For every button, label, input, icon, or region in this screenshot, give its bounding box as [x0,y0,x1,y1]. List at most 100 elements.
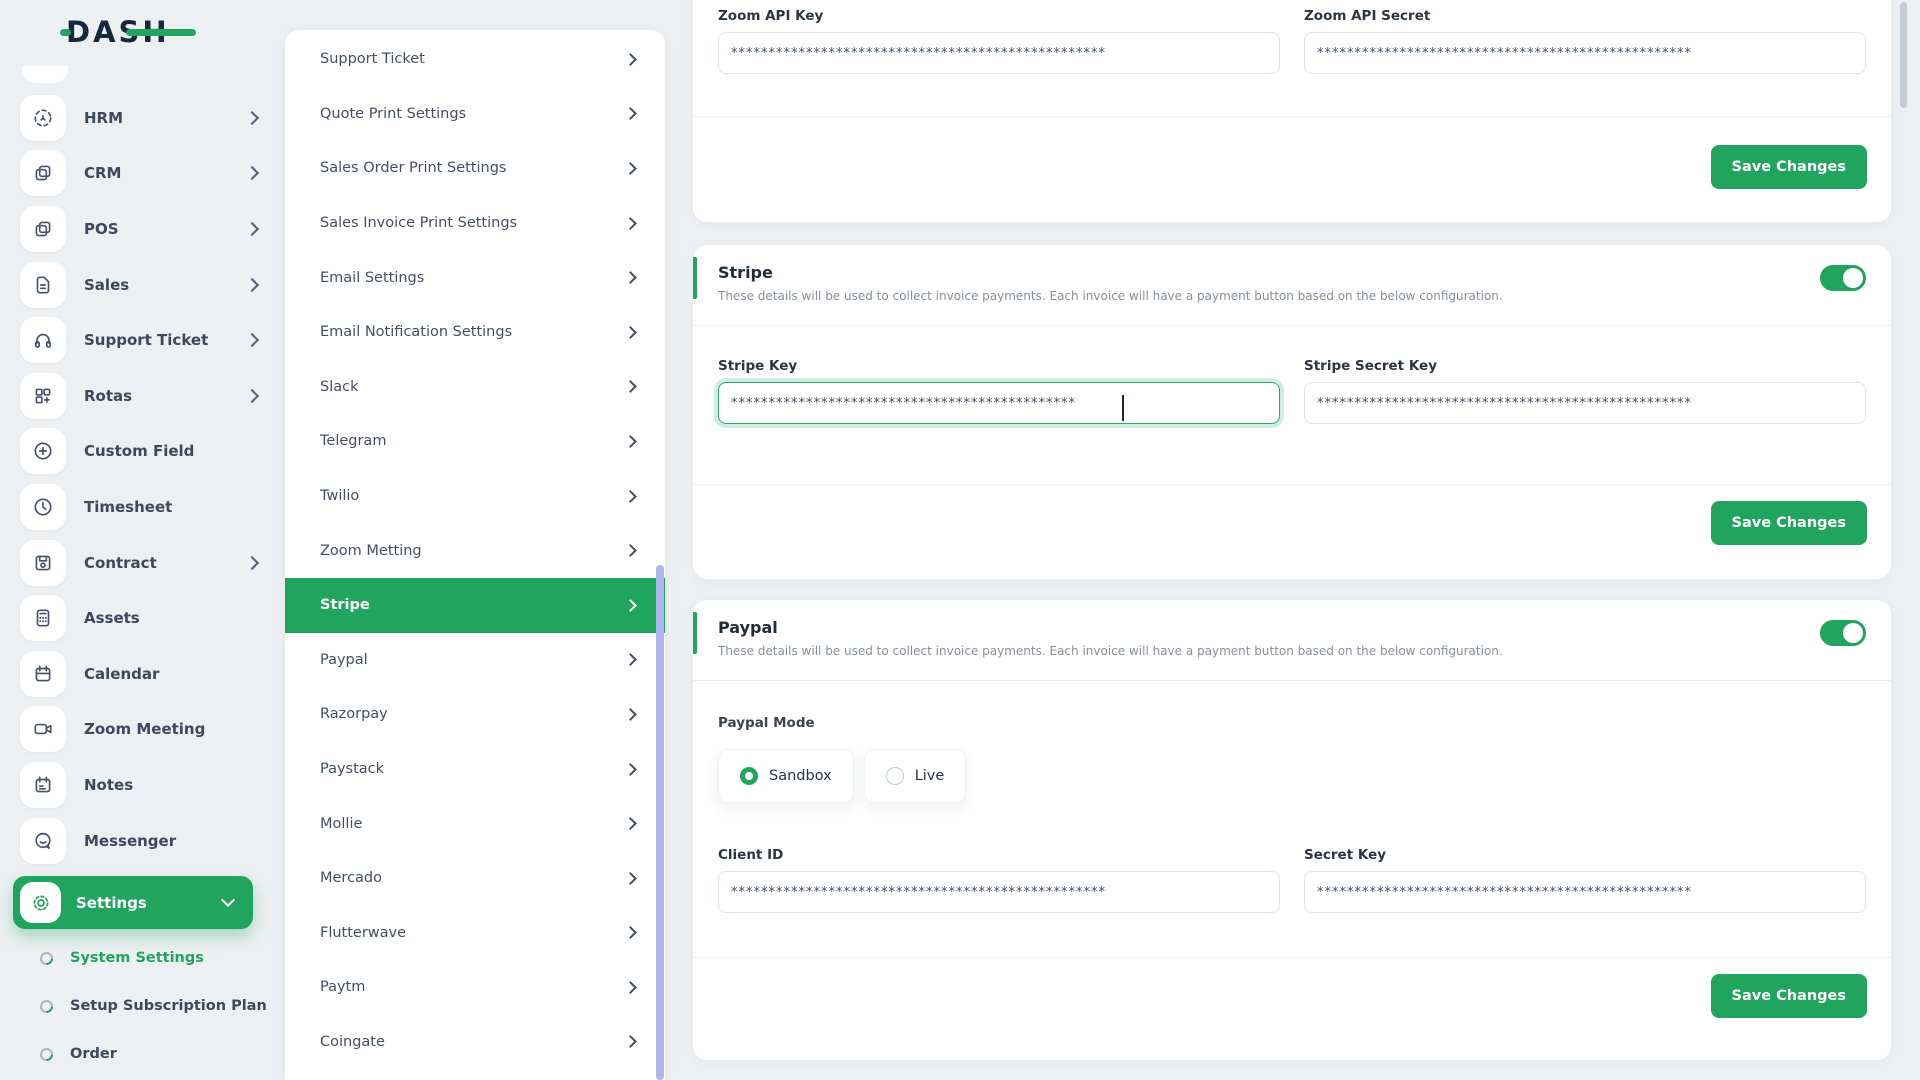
menu-scrollbar[interactable] [656,565,664,1080]
chevron-down-icon [220,892,236,908]
sidebar-item-calendar[interactable]: Calendar [0,646,285,702]
sidebar-item-assets[interactable]: Assets [0,590,285,646]
client-id-field: Client ID [718,847,1280,913]
secret-key-field: Secret Key [1304,847,1866,913]
sidebar-item-contract[interactable]: Contract [0,535,285,591]
sidebar-item-zoom-meeting[interactable]: Zoom Meeting [0,702,285,758]
divider [693,116,1891,117]
field-label: Zoom API Secret [1304,8,1431,24]
zoom-api-key-input[interactable] [718,32,1280,74]
scrolled-menu-tile [22,66,68,83]
sidebar-item-messenger[interactable]: Messenger [0,813,285,869]
sidebar-item-label: CRM [84,164,122,183]
menu-item-label: Twilio [320,488,360,505]
page-scrollbar[interactable] [1900,2,1907,108]
save-changes-button[interactable]: Save Changes [1710,145,1867,189]
settings-menu-item-support-ticket[interactable]: Support Ticket [285,32,665,87]
grid-plus-icon [20,372,66,419]
settings-menu-item-email-notification-settings[interactable]: Email Notification Settings [285,305,665,360]
radio-selected-icon[interactable] [740,767,758,785]
subnav-item-system-settings[interactable]: System Settings [0,934,285,982]
chevron-right-icon [624,926,637,940]
mode-option-label: Sandbox [769,768,832,784]
stripe-secret-key-input[interactable] [1304,382,1866,424]
paypal-mode-live[interactable]: Live [863,749,967,803]
stripe-key-input[interactable] [718,382,1280,424]
sidebar-item-custom-field[interactable]: Custom Field [0,424,285,480]
menu-item-label: Paystack [320,761,385,778]
settings-menu-item-paystack[interactable]: Paystack [285,742,665,797]
settings-menu-item-slack[interactable]: Slack [285,360,665,415]
client-id-input[interactable] [718,871,1280,913]
sidebar-item-support-ticket[interactable]: Support Ticket [0,312,285,368]
sidebar-item-pos[interactable]: POS [0,201,285,257]
sidebar-item-rotas[interactable]: Rotas [0,368,285,424]
subnav-item-setup-subscription-plan[interactable]: Setup Subscription Plan [0,982,285,1030]
settings-menu-item-quote-print-settings[interactable]: Quote Print Settings [285,87,665,142]
settings-menu-item-email-settings[interactable]: Email Settings [285,250,665,305]
section-description: These details will be used to collect in… [718,289,1503,303]
bullet-icon [37,948,56,968]
app-logo[interactable]: DASH [60,12,210,52]
calculator-icon [20,595,66,642]
settings-menu-item-paytm[interactable]: Paytm [285,960,665,1015]
save-changes-button[interactable]: Save Changes [1710,974,1867,1018]
save-changes-button[interactable]: Save Changes [1710,501,1867,545]
sidebar-item-settings[interactable]: Settings [13,876,253,929]
chevron-right-icon [244,333,260,348]
settings-menu-item-sales-invoice-print-settings[interactable]: Sales Invoice Print Settings [285,196,665,251]
sidebar-item-label: Calendar [84,664,160,683]
settings-menu-item-stripe[interactable]: Stripe [285,577,665,633]
divider [693,484,1891,485]
notes-icon [20,761,66,808]
sidebar-item-crm[interactable]: CRM [0,146,285,202]
menu-item-label: Paypal [320,651,368,668]
stripe-enabled-toggle[interactable] [1820,265,1866,291]
sidebar-item-label: Rotas [84,386,133,405]
sidebar-item-label: HRM [84,108,124,127]
field-label: Zoom API Key [718,8,824,24]
menu-item-label: Quote Print Settings [320,105,467,122]
sidebar-nav: HRM CRM POS Sales Support Ticket Rotas C… [0,90,285,868]
crm-icon [20,150,66,197]
settings-menu-item-coingate[interactable]: Coingate [285,1015,665,1070]
settings-menu-item-telegram[interactable]: Telegram [285,414,665,469]
chevron-right-icon [624,653,637,667]
zoom-api-secret-field: Zoom API Secret [1304,8,1866,74]
sidebar-item-label: Timesheet [84,497,173,516]
menu-item-label: Email Settings [320,269,425,286]
settings-menu-item-zoom-metting[interactable]: Zoom Metting [285,523,665,578]
menu-item-label: Razorpay [320,706,388,723]
chevron-right-icon [244,166,260,181]
settings-menu-item-paypal[interactable]: Paypal [285,633,665,688]
chevron-right-icon [624,107,637,121]
sidebar-item-notes[interactable]: Notes [0,757,285,813]
menu-item-label: Zoom Metting [320,542,422,559]
subnav-item-label: System Settings [70,950,204,966]
settings-menu-item-flutterwave[interactable]: Flutterwave [285,906,665,961]
settings-menu-item-mollie[interactable]: Mollie [285,796,665,851]
chevron-right-icon [624,708,637,721]
menu-item-label: Telegram [320,433,387,450]
menu-item-label: Sales Invoice Print Settings [320,215,518,232]
settings-menu-item-razorpay[interactable]: Razorpay [285,687,665,742]
paypal-enabled-toggle[interactable] [1820,620,1866,646]
radio-unselected-icon[interactable] [885,767,904,785]
chevron-right-icon [244,110,260,125]
settings-menu-item-mercado[interactable]: Mercado [285,851,665,906]
sidebar-item-hrm[interactable]: HRM [0,90,285,146]
menu-item-label: Stripe [320,597,370,614]
sidebar-item-sales[interactable]: Sales [0,257,285,313]
settings-menu-item-twilio[interactable]: Twilio [285,469,665,524]
chevron-right-icon [244,277,260,292]
subnav-item-order[interactable]: Order [0,1030,285,1078]
settings-menu-item-sales-order-print-settings[interactable]: Sales Order Print Settings [285,141,665,196]
zoom-api-secret-input[interactable] [1304,32,1866,74]
sidebar-item-label: Support Ticket [84,331,209,350]
sidebar-item-timesheet[interactable]: Timesheet [0,479,285,535]
chevron-right-icon [624,817,637,830]
chevron-right-icon [624,762,637,776]
paypal-mode-sandbox[interactable]: Sandbox [718,749,854,803]
secret-key-input[interactable] [1304,871,1866,913]
settings-menu-item-skrill[interactable]: Skrill [285,1069,665,1080]
